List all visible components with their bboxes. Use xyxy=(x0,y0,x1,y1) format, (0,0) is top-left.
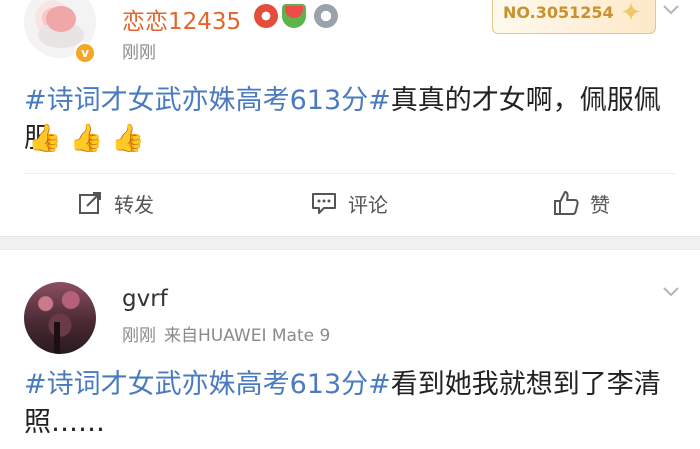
action-bar: 转发 评论 赞 xyxy=(0,174,700,234)
username[interactable]: 恋恋12435 xyxy=(122,2,241,36)
like-label: 赞 xyxy=(590,192,610,217)
avatar[interactable] xyxy=(24,282,96,354)
thumbs-up-emoji: 👍 xyxy=(69,123,104,154)
medal-badge-icon[interactable] xyxy=(314,4,338,28)
hashtag-link[interactable]: #诗词才女武亦姝高考613分# xyxy=(24,85,391,116)
thumbs-up-icon xyxy=(554,191,579,215)
comment-icon xyxy=(312,193,336,214)
chevron-down-icon[interactable] xyxy=(660,280,682,302)
post-separator xyxy=(0,236,700,250)
card-decoration-icon: ✦ xyxy=(620,0,642,28)
hashtag-link[interactable]: #诗词才女武亦姝高考613分# xyxy=(24,369,391,400)
watermelon-badge-icon[interactable] xyxy=(282,4,306,28)
post-meta: 刚刚 来自HUAWEI Mate 9 xyxy=(122,321,330,346)
verified-badge-icon: v xyxy=(74,42,96,64)
comment-button[interactable]: 评论 xyxy=(310,188,388,218)
post-source: 来自HUAWEI Mate 9 xyxy=(164,326,331,346)
weibo-badge-icon[interactable] xyxy=(254,4,278,28)
thumbs-up-emoji: 👍 xyxy=(28,123,62,154)
username[interactable]: gvrf xyxy=(122,286,168,312)
fan-number-card[interactable]: NO.3051254 ✦ xyxy=(492,0,656,34)
post-time: 刚刚 xyxy=(122,326,156,346)
weibo-post: gvrf 刚刚 来自HUAWEI Mate 9 #诗词才女武亦姝高考613分#看到… xyxy=(0,250,700,449)
comment-label: 评论 xyxy=(348,192,388,217)
chevron-down-icon[interactable] xyxy=(660,0,682,20)
post-content: #诗词才女武亦姝高考613分#看到她我就想到了李清照…… xyxy=(24,366,684,442)
fan-number: NO.3051254 xyxy=(503,3,614,22)
post-time: 刚刚 xyxy=(122,43,156,63)
repost-icon xyxy=(79,192,101,214)
repost-button[interactable]: 转发 xyxy=(76,188,154,218)
emoji-row: 👍 👍 👍 xyxy=(28,122,153,156)
like-button[interactable]: 赞 xyxy=(552,188,610,218)
repost-label: 转发 xyxy=(114,192,154,217)
weibo-post: v 恋恋12435 NO.3051254 ✦ 刚刚 #诗词才女武亦姝高考613分… xyxy=(0,0,700,236)
thumbs-up-emoji: 👍 xyxy=(111,123,145,154)
